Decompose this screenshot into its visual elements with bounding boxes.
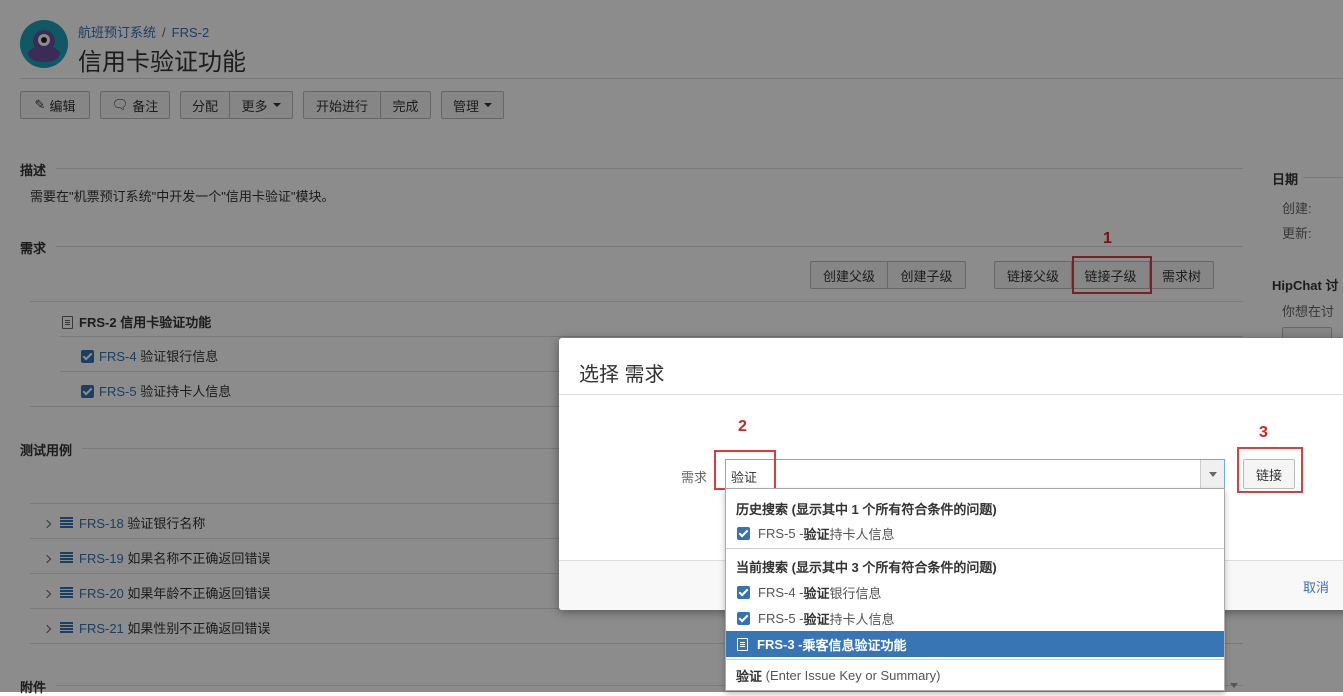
dropdown-option[interactable]: FRS-4 - 验证 银行信息 xyxy=(726,579,1224,605)
option-key: FRS-3 - xyxy=(757,636,803,652)
option-match: 验证 xyxy=(803,526,830,542)
query-text: 验证 xyxy=(736,668,763,684)
option-rest: 持卡人信息 xyxy=(829,611,895,627)
document-icon xyxy=(737,637,748,651)
query-hint-text: (Enter Issue Key or Summary) xyxy=(762,667,941,683)
dropdown-option[interactable]: FRS-5 - 验证 持卡人信息 xyxy=(726,520,1224,546)
option-rest: 银行信息 xyxy=(829,585,882,601)
current-search-header: 当前搜索 (显示其中 3 个所有符合条件的问题) xyxy=(736,560,997,575)
option-key: FRS-4 - xyxy=(758,584,804,600)
cancel-link[interactable]: 取消 xyxy=(1303,577,1329,596)
history-search-header: 历史搜索 (显示其中 1 个所有符合条件的问题) xyxy=(736,502,997,517)
option-rest: 持卡人信息 xyxy=(829,526,895,542)
dropdown-divider xyxy=(726,548,1224,549)
annotation-number-2: 2 xyxy=(738,418,747,435)
checkbox-icon xyxy=(737,585,750,599)
dropdown-option[interactable]: FRS-5 - 验证 持卡人信息 xyxy=(726,605,1224,631)
dropdown-option-highlighted[interactable]: FRS-3 - 乘客信息验证功能 xyxy=(726,631,1224,657)
requirement-field-label: 需求 xyxy=(681,470,708,485)
annotation-number-3: 3 xyxy=(1259,424,1268,441)
dialog-title: 选择 需求 xyxy=(579,364,665,386)
chevron-down-icon[interactable] xyxy=(1200,460,1224,488)
requirement-select[interactable]: 验证 xyxy=(725,459,1225,489)
option-match: 验证 xyxy=(803,611,830,627)
checkbox-icon xyxy=(737,611,750,625)
checkbox-icon xyxy=(737,526,750,540)
option-key: FRS-5 - xyxy=(758,610,804,626)
dropdown-divider xyxy=(726,659,1224,660)
scroll-down-icon[interactable] xyxy=(1230,683,1238,688)
requirement-dropdown: 历史搜索 (显示其中 1 个所有符合条件的问题) FRS-5 - 验证 持卡人信息… xyxy=(725,488,1225,691)
dialog-header-divider xyxy=(559,394,1343,395)
option-match: 验证 xyxy=(803,585,830,601)
annotation-box-2 xyxy=(714,450,776,490)
option-key: FRS-5 - xyxy=(758,525,804,541)
annotation-box-3 xyxy=(1237,447,1303,493)
option-rest: 乘客信息验证功能 xyxy=(802,637,907,653)
dropdown-query-hint[interactable]: 验证 (Enter Issue Key or Summary) xyxy=(726,662,1224,688)
